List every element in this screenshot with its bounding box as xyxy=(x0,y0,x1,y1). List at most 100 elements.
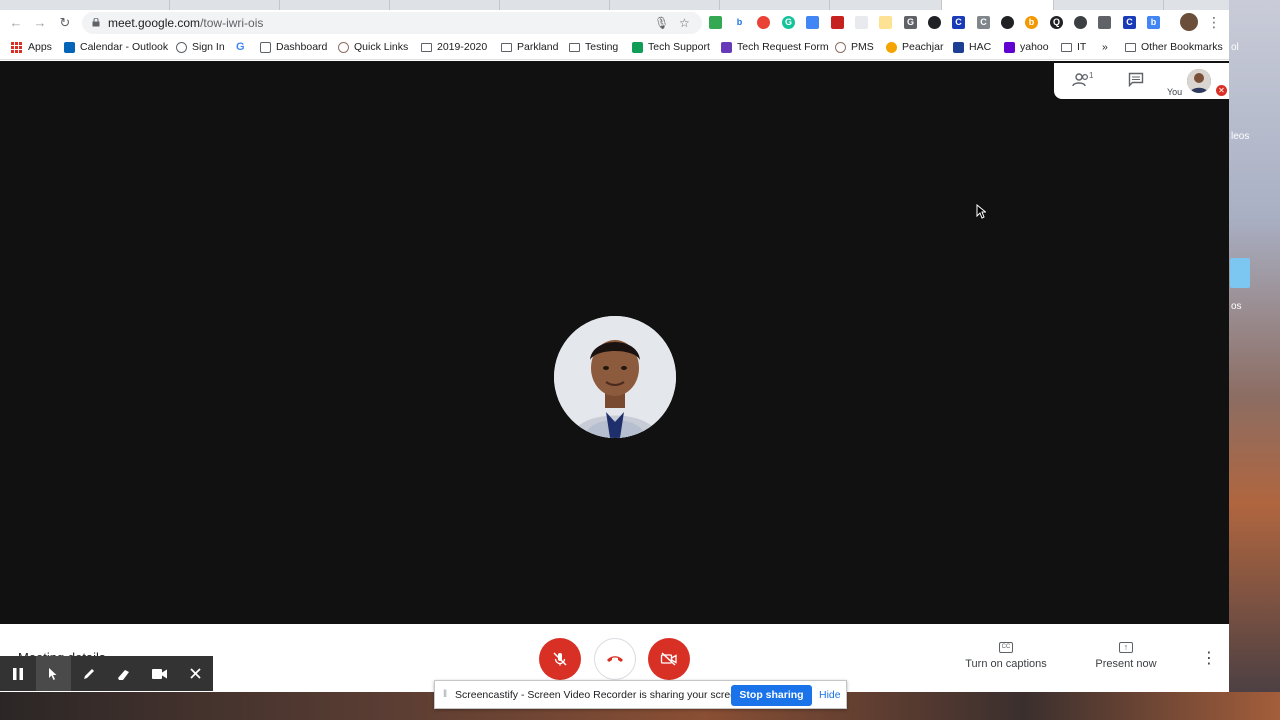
leave-call-button[interactable] xyxy=(594,638,636,680)
extension-icon[interactable]: b xyxy=(733,16,746,29)
pause-button[interactable] xyxy=(0,656,36,691)
extension-icon[interactable] xyxy=(831,16,844,29)
present-label: Present now xyxy=(1095,658,1157,670)
browser-tab[interactable] xyxy=(1054,0,1164,10)
folder-icon xyxy=(501,42,512,52)
globe-icon xyxy=(835,41,846,53)
bookmarks-bar: Apps Calendar - Outlook Sign In G Dashbo… xyxy=(0,36,1229,60)
extension-icon[interactable] xyxy=(1098,16,1111,29)
star-icon[interactable]: ☆ xyxy=(679,16,690,30)
extension-icon[interactable]: C xyxy=(952,16,965,29)
bookmark-item[interactable]: yahoo xyxy=(1004,41,1049,53)
translate-icon[interactable] xyxy=(806,16,819,29)
extension-icon[interactable] xyxy=(879,16,892,29)
hide-sharing-bar-link[interactable]: Hide xyxy=(819,689,841,701)
self-label: You xyxy=(1167,87,1183,97)
extension-icon[interactable] xyxy=(1001,16,1014,29)
bookmark-folder[interactable]: 2019-2020 xyxy=(421,41,487,53)
browser-tab[interactable] xyxy=(500,0,610,10)
extension-icon[interactable]: b xyxy=(1025,16,1038,29)
browser-tab[interactable] xyxy=(390,0,500,10)
google-icon: G xyxy=(236,41,245,53)
captions-icon: CC xyxy=(999,642,1013,653)
browser-tab-active[interactable] xyxy=(942,0,1054,10)
browser-tab[interactable] xyxy=(720,0,830,10)
extension-icon[interactable]: Q xyxy=(1050,16,1063,29)
microphone-icon[interactable]: 🎙 xyxy=(654,16,669,30)
bookmark-item[interactable]: Calendar - Outlook xyxy=(64,41,168,53)
peach-icon xyxy=(886,41,897,53)
extension-icon[interactable] xyxy=(709,16,722,29)
reload-icon[interactable]: ↻ xyxy=(57,15,73,31)
extension-icon[interactable]: C xyxy=(977,16,990,29)
outlook-icon xyxy=(64,41,75,53)
browser-menu-icon[interactable]: ⋮ xyxy=(1207,14,1221,31)
more-options-icon[interactable]: ⋮ xyxy=(1201,648,1217,668)
bookmark-item[interactable]: Dashboard xyxy=(260,41,327,53)
captions-button[interactable]: CC Turn on captions xyxy=(960,642,1052,670)
chat-icon[interactable] xyxy=(1128,72,1144,91)
extension-icon[interactable]: b xyxy=(1147,16,1160,29)
close-toolbar-button[interactable] xyxy=(178,656,214,691)
extension-icon[interactable] xyxy=(757,16,770,29)
drag-handle-icon[interactable]: ‖ xyxy=(443,689,447,700)
stop-sharing-button[interactable]: Stop sharing xyxy=(731,685,812,706)
extension-icon[interactable]: C xyxy=(1123,16,1136,29)
url-host: meet.google.com xyxy=(108,16,201,30)
bookmark-label: Tech Request Form xyxy=(737,41,829,53)
desktop-file-icon[interactable] xyxy=(1230,258,1250,288)
screencastify-toolbar xyxy=(0,656,213,691)
dashboard-icon xyxy=(260,41,271,53)
bookmark-item[interactable]: HAC xyxy=(953,41,991,53)
url-text: meet.google.com/tow-iwri-ois xyxy=(108,16,263,30)
pen-icon xyxy=(83,668,94,679)
browser-tab[interactable] xyxy=(610,0,720,10)
present-now-button[interactable]: ↑ Present now xyxy=(1090,642,1162,670)
back-icon[interactable]: ← xyxy=(8,15,24,31)
browser-window: ← → ↻ meet.google.com/tow-iwri-ois 🎙 ☆ b… xyxy=(0,0,1229,692)
bookmark-item[interactable]: Peachjar xyxy=(886,41,943,53)
webcam-toggle-button[interactable] xyxy=(142,656,178,691)
bookmark-item[interactable]: PMS xyxy=(835,41,874,53)
bookmark-label: 2019-2020 xyxy=(437,41,488,53)
address-bar[interactable]: meet.google.com/tow-iwri-ois 🎙 ☆ xyxy=(82,12,702,34)
eraser-icon xyxy=(118,669,130,680)
browser-tab[interactable] xyxy=(280,0,390,10)
muted-icon: ✕ xyxy=(1216,85,1227,96)
yahoo-icon xyxy=(1004,41,1015,53)
bookmark-item[interactable]: Sign In xyxy=(176,41,225,53)
bookmark-folder[interactable]: IT xyxy=(1061,41,1086,53)
highlighter-tool-button[interactable] xyxy=(107,656,143,691)
forms-icon xyxy=(721,41,732,53)
extension-icon[interactable] xyxy=(1074,16,1087,29)
extension-icon[interactable]: G xyxy=(904,16,917,29)
bookmark-label: IT xyxy=(1077,41,1087,53)
forward-icon[interactable]: → xyxy=(32,15,48,31)
browser-tab[interactable] xyxy=(170,0,280,10)
cursor-tool-button[interactable] xyxy=(35,656,71,691)
extension-icon[interactable] xyxy=(928,16,941,29)
bookmark-folder[interactable]: Other Bookmarks xyxy=(1125,41,1223,53)
pen-tool-button[interactable] xyxy=(71,656,107,691)
self-avatar xyxy=(1187,69,1211,93)
bookmarks-overflow-button[interactable]: » xyxy=(1102,41,1108,53)
bookmark-item[interactable]: G xyxy=(236,41,245,53)
extension-icon[interactable] xyxy=(855,16,868,29)
bookmark-apps[interactable]: Apps xyxy=(11,41,52,53)
browser-tab[interactable] xyxy=(60,0,170,10)
bookmark-item[interactable]: Tech Request Form xyxy=(721,41,829,53)
folder-icon xyxy=(421,42,432,52)
present-icon: ↑ xyxy=(1119,642,1133,653)
grammarly-icon[interactable]: G xyxy=(782,16,795,29)
bookmark-folder[interactable]: Parkland xyxy=(501,41,558,53)
bookmark-label: HAC xyxy=(969,41,992,53)
bookmark-label: Other Bookmarks xyxy=(1141,41,1223,53)
mic-off-button[interactable] xyxy=(539,638,581,680)
profile-avatar[interactable] xyxy=(1180,13,1198,31)
bookmark-folder[interactable]: Testing xyxy=(569,41,618,53)
browser-tab[interactable] xyxy=(830,0,942,10)
desktop-wallpaper xyxy=(1229,0,1280,720)
camera-off-button[interactable] xyxy=(648,638,690,680)
bookmark-item[interactable]: Tech Support xyxy=(632,41,710,53)
bookmark-item[interactable]: Quick Links xyxy=(338,41,408,53)
